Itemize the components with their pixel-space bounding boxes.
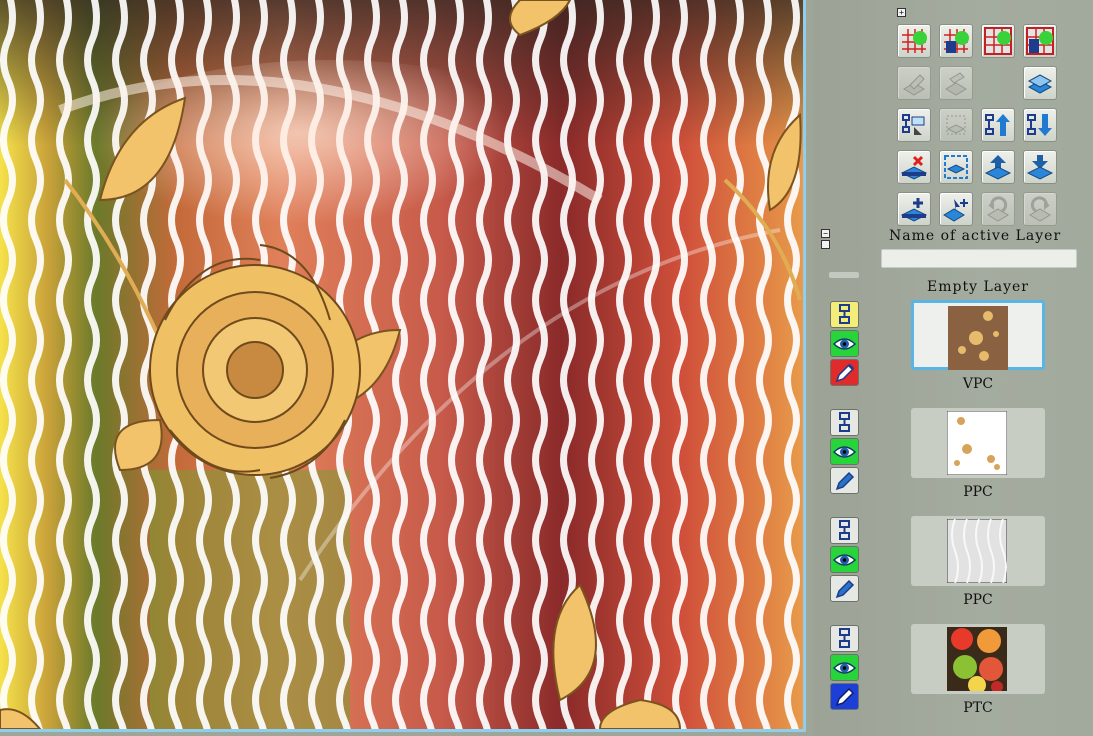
panel-divider [829,272,859,278]
layer-thumbnail-frame[interactable] [911,624,1045,694]
layer-thumbnail [948,306,1008,370]
layer-frame-button[interactable] [939,150,973,184]
active-layer-label: Name of active Layer [889,228,1062,244]
merge-up-button[interactable] [981,150,1015,184]
grid-stamp-icon [944,29,969,53]
layer-thumbnail-frame[interactable] [911,408,1045,478]
move-layer-up-button[interactable] [981,108,1015,142]
eye-icon [833,554,856,566]
merge-down-icon [1026,155,1054,180]
layer-name-label: PPC [963,592,993,608]
layer-name-label: PTC [963,700,993,716]
layer-row-ptc[interactable]: PTC [830,624,1080,734]
layer-edit-toggle[interactable] [830,575,859,602]
pencil-icon [835,687,855,707]
grid-add-button[interactable] [897,24,931,58]
grid-stamp-button[interactable] [939,24,973,58]
layer-copy-icon [903,74,925,96]
layer-transform-button[interactable] [939,192,973,226]
empty-layer-label: Empty Layer [927,279,1029,295]
layer-visibility-toggle[interactable] [830,546,859,573]
layer-visibility-toggle[interactable] [830,654,859,681]
layer-thumbnail [947,627,1007,691]
layer-edit-toggle[interactable] [830,683,859,710]
pencil-icon [835,471,855,491]
move-layer-up-icon [985,114,1010,136]
layer-frame-icon [944,155,968,179]
layer-stack-icon [1027,74,1053,94]
layer-edit-toggle[interactable] [830,467,859,494]
grid-red-icon [984,27,1012,55]
layer-link-icon [902,114,925,135]
layer-select-button[interactable] [939,108,973,142]
chain-link-icon [839,628,850,648]
layer-copy-button[interactable] [897,66,931,100]
layer-select-icon [946,115,966,135]
layer-name-label: VPC [962,376,994,392]
layer-link-toggle[interactable] [830,301,859,328]
layer-link-toggle[interactable] [830,625,859,652]
eye-icon [833,662,856,674]
active-layer-name-input[interactable] [881,249,1077,268]
eye-icon [833,446,856,458]
delete-layer-button[interactable] [897,150,931,184]
layer-thumbnail-frame[interactable] [911,516,1045,586]
layer-link-toggle[interactable] [830,409,859,436]
add-layer-button[interactable] [897,192,931,226]
eye-icon [833,338,856,350]
undo-layer-icon [987,196,1009,222]
grid-add-icon [902,29,927,53]
pencil-icon [835,579,855,599]
merge-up-icon [984,155,1012,180]
layer-link-button[interactable] [897,108,931,142]
grid-dark-button[interactable] [1023,24,1057,58]
image-canvas[interactable] [0,0,806,732]
expand-toolbar-button[interactable]: + [897,8,906,17]
merge-down-button[interactable] [1023,150,1057,184]
layer-stack-button[interactable] [1023,66,1057,100]
layer-link-toggle[interactable] [830,517,859,544]
grid-red-button[interactable] [981,24,1015,58]
layer-row-ppc[interactable]: PPC [830,408,1080,518]
delete-layer-icon [900,155,928,180]
redo-layer-icon [1029,196,1051,222]
restore-button[interactable] [821,240,830,249]
move-layer-down-button[interactable] [1023,108,1057,142]
chain-link-icon [839,304,850,324]
add-layer-icon [900,198,928,222]
chain-link-icon [839,520,850,540]
move-layer-down-icon [1027,114,1052,136]
layer-edit-toggle[interactable] [830,359,859,386]
layer-thumbnail [947,519,1007,583]
chain-link-icon [839,412,850,432]
layer-row-ppc-2[interactable]: PPC [830,516,1080,626]
layer-paste-button[interactable] [939,66,973,100]
layer-row-vpc[interactable]: VPC [830,300,1080,410]
artwork-image [0,0,803,729]
pencil-icon [835,363,855,383]
undo-layer-button[interactable] [981,192,1015,226]
minimize-button[interactable]: − [821,229,830,238]
layer-transform-icon [943,199,968,222]
layer-visibility-toggle[interactable] [830,330,859,357]
layer-visibility-toggle[interactable] [830,438,859,465]
layer-paste-icon [945,72,967,96]
grid-dark-icon [1026,27,1054,55]
layer-name-label: PPC [963,484,993,500]
redo-layer-button[interactable] [1023,192,1057,226]
layer-thumbnail-frame[interactable] [911,300,1045,370]
layer-thumbnail [947,411,1007,475]
